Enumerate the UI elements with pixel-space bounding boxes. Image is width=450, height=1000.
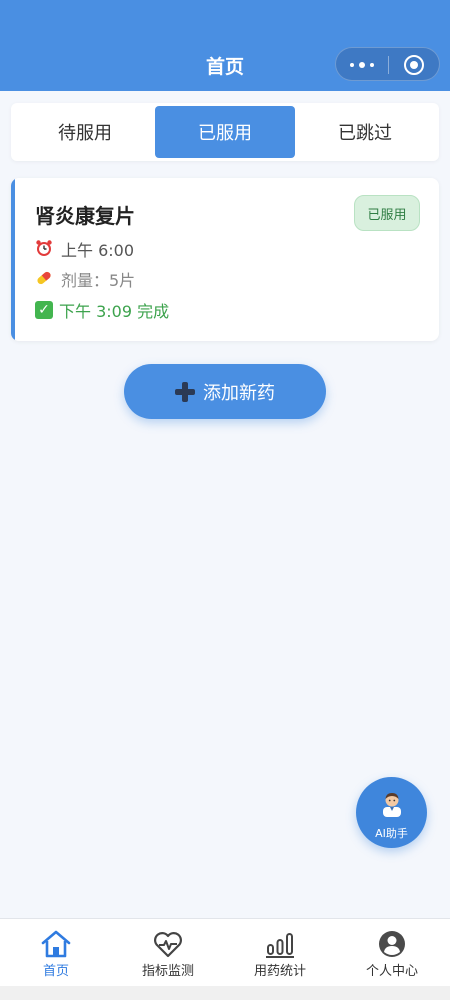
home-icon [40,929,72,959]
alarm-clock-icon [35,239,57,260]
check-mark-icon: ✓ [35,301,53,319]
top-header: 首页 [0,0,450,91]
user-avatar-icon [376,929,408,959]
dosage-text: 剂量：5片 [61,271,136,290]
capsule-divider [388,56,389,74]
tabbar-item-monitor[interactable]: 指标监测 [112,919,224,987]
completion-time: 下午 3:09 完成 [59,302,170,321]
ai-assistant-button[interactable]: AI助手 [356,777,427,848]
home-indicator-area [0,986,450,1000]
plus-icon [175,381,195,402]
heart-pulse-icon [152,929,184,959]
add-medicine-button[interactable]: 添加新药 [124,364,326,419]
status-tabs: 待服用 已服用 已跳过 [11,103,439,161]
tabbar-item-profile[interactable]: 个人中心 [336,919,448,987]
tabbar-label-home: 首页 [42,964,69,979]
tabbar-label-stats: 用药统计 [253,964,306,979]
medication-card[interactable]: 肾炎康复片 已服用 上午 6:00 剂量：5片 ✓ 下午 3:09 完成 [11,178,439,341]
schedule-time: 上午 6:00 [61,241,135,260]
status-badge: 已服用 [354,195,420,231]
close-target-icon[interactable] [404,55,424,75]
tabbar-label-monitor: 指标监测 [141,964,194,979]
more-dots-icon[interactable] [350,58,376,72]
tabbar-item-stats[interactable]: 用药统计 [224,919,336,987]
add-medicine-label: 添加新药 [203,382,275,404]
ai-assistant-label: AI助手 [375,827,408,840]
bar-stats-icon [264,929,296,959]
schedule-time-row: 上午 6:00 [35,237,134,261]
tabbar-item-home[interactable]: 首页 [0,919,112,987]
completion-row: ✓ 下午 3:09 完成 [35,298,169,322]
dosage-row: 剂量：5片 [35,267,135,291]
tab-skipped[interactable]: 已跳过 [295,106,435,158]
bottom-tab-bar: 首页 指标监测 用药统计 个人中心 [0,918,450,986]
mini-program-capsule[interactable] [335,47,440,81]
tab-pending[interactable]: 待服用 [15,106,155,158]
card-accent-bar [11,178,15,341]
tab-taken[interactable]: 已服用 [155,106,295,158]
doctor-avatar-icon [381,791,403,817]
medication-name: 肾炎康复片 [35,204,135,228]
pill-icon [35,269,57,290]
tabbar-label-profile: 个人中心 [365,964,418,979]
